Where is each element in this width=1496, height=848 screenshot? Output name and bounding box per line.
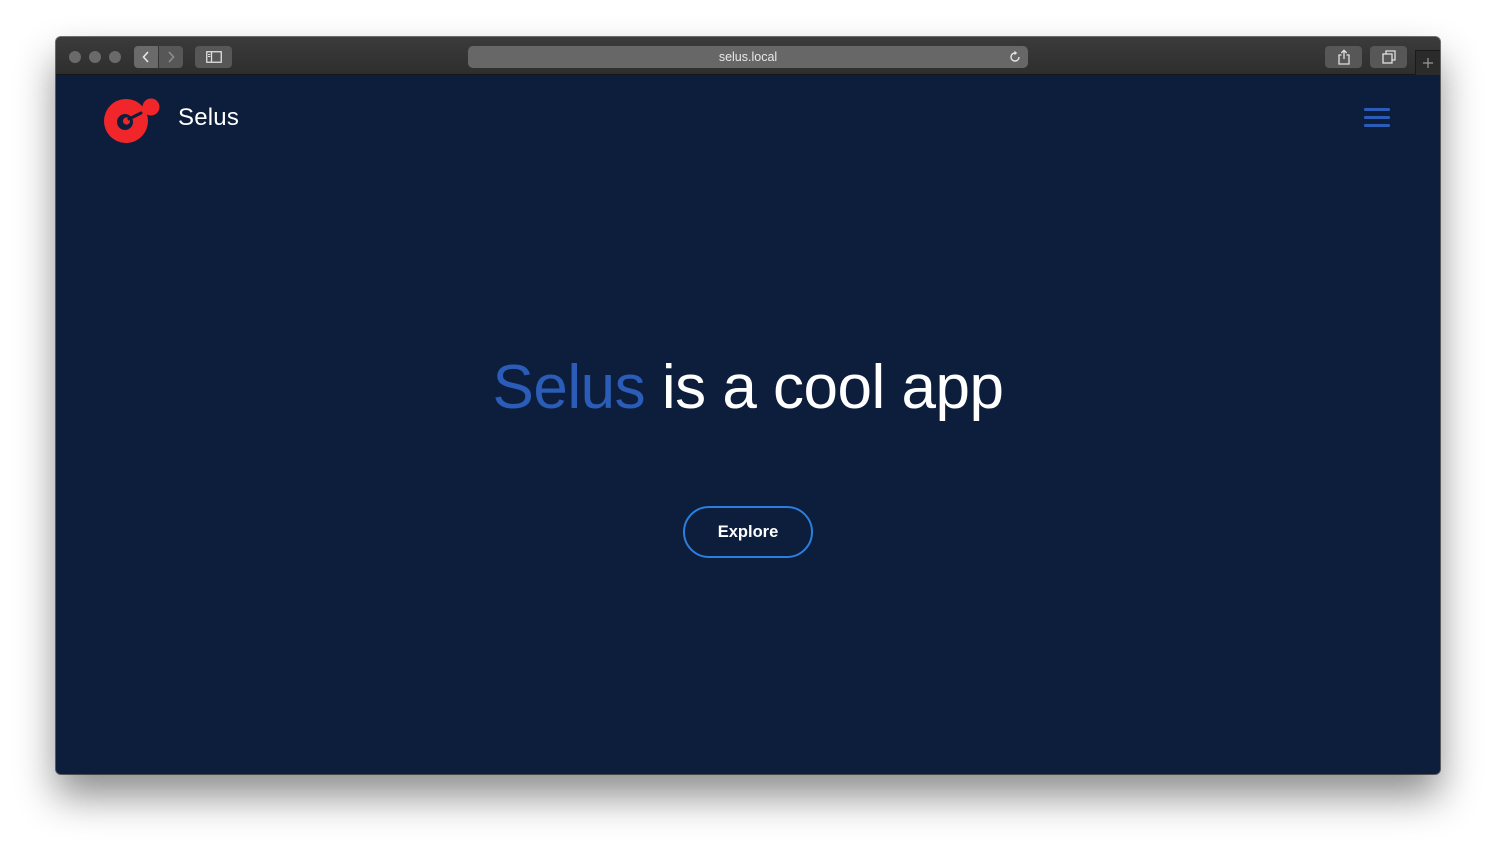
sidebar-toggle-button[interactable] [195,46,232,68]
forward-button[interactable] [159,46,183,68]
brand-name[interactable]: Selus [178,104,239,132]
zoom-window-button[interactable] [109,51,121,63]
browser-window: selus.local Selus Selus is a cool app Ex… [56,37,1440,774]
tabs-icon [1381,50,1396,64]
minimize-window-button[interactable] [89,51,101,63]
hero-accent-word: Selus [492,353,646,422]
chevron-right-icon [168,51,175,63]
address-bar[interactable]: selus.local [468,46,1028,68]
back-button[interactable] [134,46,158,68]
reload-icon [1010,50,1020,62]
selus-logo-icon[interactable] [103,96,161,144]
web-page: Selus Selus is a cool app Explore [56,75,1440,774]
hamburger-menu-icon[interactable] [1364,108,1392,130]
show-tabs-button[interactable] [1370,46,1407,68]
hero-rest-text: is a cool app [645,353,1004,422]
share-button[interactable] [1325,46,1362,68]
url-text: selus.local [718,50,778,64]
explore-button[interactable]: Explore [683,506,813,558]
hero-heading: Selus is a cool app [56,352,1440,424]
chevron-left-icon [142,51,149,63]
new-tab-button[interactable] [1415,50,1440,75]
close-window-button[interactable] [69,51,81,63]
share-icon [1337,49,1350,65]
plus-icon [1423,58,1433,68]
browser-toolbar: selus.local [56,37,1440,75]
reload-button[interactable] [1008,50,1022,67]
sidebar-icon [205,51,222,63]
